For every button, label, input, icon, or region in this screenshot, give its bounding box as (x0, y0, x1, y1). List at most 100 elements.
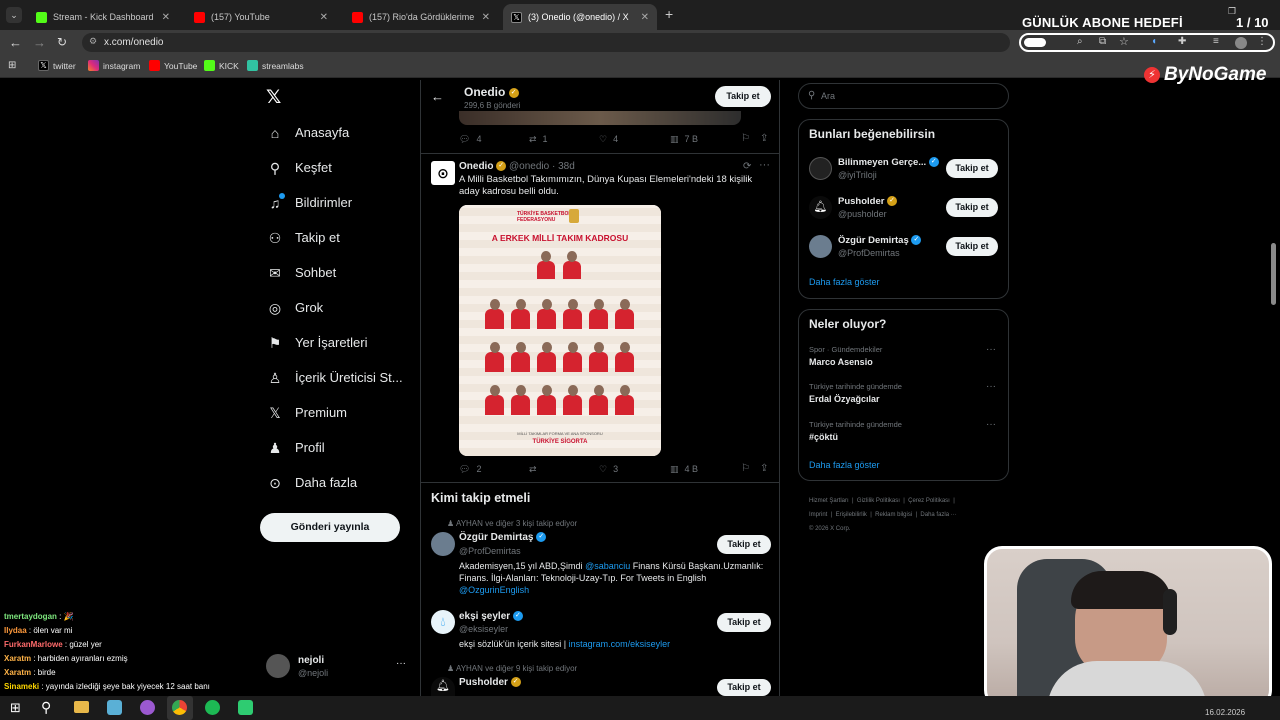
share-icon[interactable]: ⇪ (760, 133, 768, 144)
trend-more-icon[interactable]: ··· (986, 381, 996, 392)
search-icon[interactable]: ⚲ (41, 699, 51, 716)
footer-link[interactable]: Erişilebilirlik (836, 512, 867, 518)
back-arrow-icon[interactable]: ← (431, 89, 444, 104)
wtf-name-row[interactable]: Özgür Demirtaş ✓ (459, 532, 547, 543)
like-button[interactable]: ♡ 3 (599, 464, 618, 475)
forward-icon[interactable]: → (33, 35, 46, 50)
footer-link[interactable]: Çerez Politikası (908, 498, 950, 504)
show-more-link[interactable]: Daha fazla göster (809, 277, 880, 287)
like-button[interactable]: ♡ 4 (599, 134, 618, 145)
footer-link[interactable]: Daha fazla ··· (920, 512, 956, 518)
wtf-name-row[interactable]: Pusholder ✓ (459, 677, 521, 688)
bookmark-tweet-icon[interactable]: ⚐ (741, 463, 750, 474)
avatar[interactable] (809, 235, 832, 258)
tab-youtube-video[interactable]: (157) Rio'da Gördüklerime İnan... ✕ (344, 4, 498, 30)
tweet-image[interactable]: TÜRKİYE BASKETBOL FEDERASYONU A ERKEK Mİ… (459, 205, 661, 456)
footer-link[interactable]: Hizmet Şartları (809, 498, 849, 504)
account-more-icon[interactable]: ··· (396, 658, 406, 669)
new-tab-icon[interactable]: + (665, 6, 673, 22)
tweet-author-handle[interactable]: @onedio (509, 161, 549, 172)
tab-onedio-x[interactable]: 𝕏 (3) Onedio (@onedio) / X ✕ (503, 4, 657, 30)
tweet-more-icon[interactable]: ··· (759, 159, 770, 171)
close-tab-icon[interactable]: ✕ (482, 12, 490, 23)
follow-button[interactable]: Takip et (946, 198, 998, 217)
file-explorer-icon[interactable] (74, 701, 89, 713)
post-button[interactable]: Gönderi yayınla (260, 513, 400, 542)
pusholder-avatar[interactable]: 🔔︎ (431, 677, 455, 696)
apps-icon[interactable]: ⊞ (8, 60, 16, 71)
trend-name[interactable]: Erdal Özyağcılar (809, 394, 880, 404)
nav-follow[interactable]: ⚇ Takip et (268, 230, 340, 245)
nav-creator-studio[interactable]: ♙ İçerik Üreticisi St... (268, 370, 403, 385)
footer-link[interactable]: Gizlilik Politikası (857, 498, 900, 504)
footer-link[interactable]: Reklam bilgisi (875, 512, 912, 518)
follow-button[interactable]: Takip et (717, 535, 771, 554)
bookmark-streamlabs[interactable]: streamlabs (247, 60, 304, 71)
page-scrollbar-thumb[interactable] (1271, 243, 1276, 305)
tab-kick-dashboard[interactable]: Stream - Kick Dashboard ✕ (28, 4, 178, 30)
install-app-icon[interactable]: ⧉ (1099, 36, 1106, 47)
media-icon[interactable]: ≡ (1213, 36, 1219, 47)
suggestion-name-row[interactable]: Özgür Demirtaş ✓ (838, 235, 922, 246)
nav-bookmarks[interactable]: ⚑ Yer İşaretleri (268, 335, 368, 350)
trend-more-icon[interactable]: ··· (986, 344, 996, 355)
address-bar[interactable]: ⚙ x.com/onedio (82, 33, 1010, 52)
suggestion-name-row[interactable]: Pusholder ✓ (838, 196, 898, 207)
bookmark-twitter[interactable]: 𝕏twitter (38, 60, 76, 71)
follow-button[interactable]: Takip et (946, 159, 998, 178)
trend-name[interactable]: Marco Asensio (809, 357, 873, 367)
zoom-icon[interactable]: ⌕ (1077, 36, 1083, 47)
audio-icon[interactable]: ◖ (1151, 36, 1157, 47)
repost-button[interactable]: ⇄ (529, 464, 537, 475)
nav-more[interactable]: ⊙ Daha fazla (268, 475, 357, 490)
app-icon[interactable] (107, 700, 122, 715)
views-button[interactable]: ▥ 7 B (670, 134, 698, 145)
repost-button[interactable]: ⇄ 1 (529, 134, 548, 145)
header-follow-button[interactable]: Takip et (715, 86, 771, 107)
nav-grok[interactable]: ◎ Grok (268, 300, 323, 315)
onedio-avatar[interactable]: ⊙ (431, 161, 455, 185)
bio-link[interactable]: instagram.com/eksiseyler (569, 639, 671, 649)
site-info-icon[interactable]: ⚙ (89, 36, 97, 47)
bio-mention-link[interactable]: @sabanciu (585, 561, 630, 571)
app-icon[interactable] (238, 700, 253, 715)
footer-link[interactable]: Imprint (809, 512, 827, 518)
tab-youtube[interactable]: (157) YouTube ✕ (186, 4, 336, 30)
close-tab-icon[interactable]: ✕ (320, 12, 328, 23)
tweet-author-name[interactable]: Onedio (459, 161, 493, 172)
search-input[interactable]: ⚲ Ara (798, 83, 1009, 109)
bio-mention-link[interactable]: @OzgurinEnglish (459, 585, 529, 595)
avatar[interactable] (809, 157, 832, 180)
tweet-time[interactable]: 38d (558, 161, 575, 172)
reply-button[interactable]: 💬︎ 2 (459, 464, 481, 475)
extensions-icon[interactable]: ✚ (1178, 36, 1186, 47)
nav-explore[interactable]: ⚲ Keşfet (268, 160, 332, 175)
x-logo-icon[interactable]: 𝕏 (266, 86, 281, 109)
show-more-link[interactable]: Daha fazla göster (809, 460, 880, 470)
nav-messages[interactable]: ✉ Sohbet (268, 265, 336, 280)
bookmark-instagram[interactable]: instagram (88, 60, 140, 71)
bookmark-star-icon[interactable]: ☆ (1119, 35, 1129, 48)
pusholder-avatar[interactable]: 🔔︎ (809, 196, 832, 219)
nav-notifications[interactable]: ♫ Bildirimler (268, 192, 352, 210)
start-icon[interactable]: ⊞ (10, 700, 21, 716)
profile-avatar-icon[interactable] (1235, 37, 1247, 49)
reload-icon[interactable]: ↻ (57, 35, 67, 49)
follow-button[interactable]: Takip et (946, 237, 998, 256)
follow-button[interactable]: Takip et (717, 613, 771, 632)
share-icon[interactable]: ⇪ (760, 463, 768, 474)
close-tab-icon[interactable]: ✕ (162, 12, 170, 23)
close-tab-icon[interactable]: ✕ (641, 12, 649, 23)
nav-profile[interactable]: ♟ Profil (268, 440, 325, 455)
eksi-avatar[interactable]: 💧︎ (431, 610, 455, 634)
maximize-window-icon[interactable]: ❐ (1228, 6, 1236, 17)
nav-premium[interactable]: 𝕏 Premium (268, 405, 347, 420)
account-switcher[interactable]: nejoli @nejoli ··· (266, 654, 412, 682)
views-button[interactable]: ▥ 4 B (670, 464, 698, 475)
avatar[interactable] (431, 532, 455, 556)
bookmark-tweet-icon[interactable]: ⚐ (741, 133, 750, 144)
menu-icon[interactable]: ⋮ (1257, 36, 1267, 47)
trend-name[interactable]: #çöktü (809, 432, 838, 442)
nav-home[interactable]: ⌂ Anasayfa (268, 125, 349, 140)
app-icon[interactable] (140, 700, 155, 715)
